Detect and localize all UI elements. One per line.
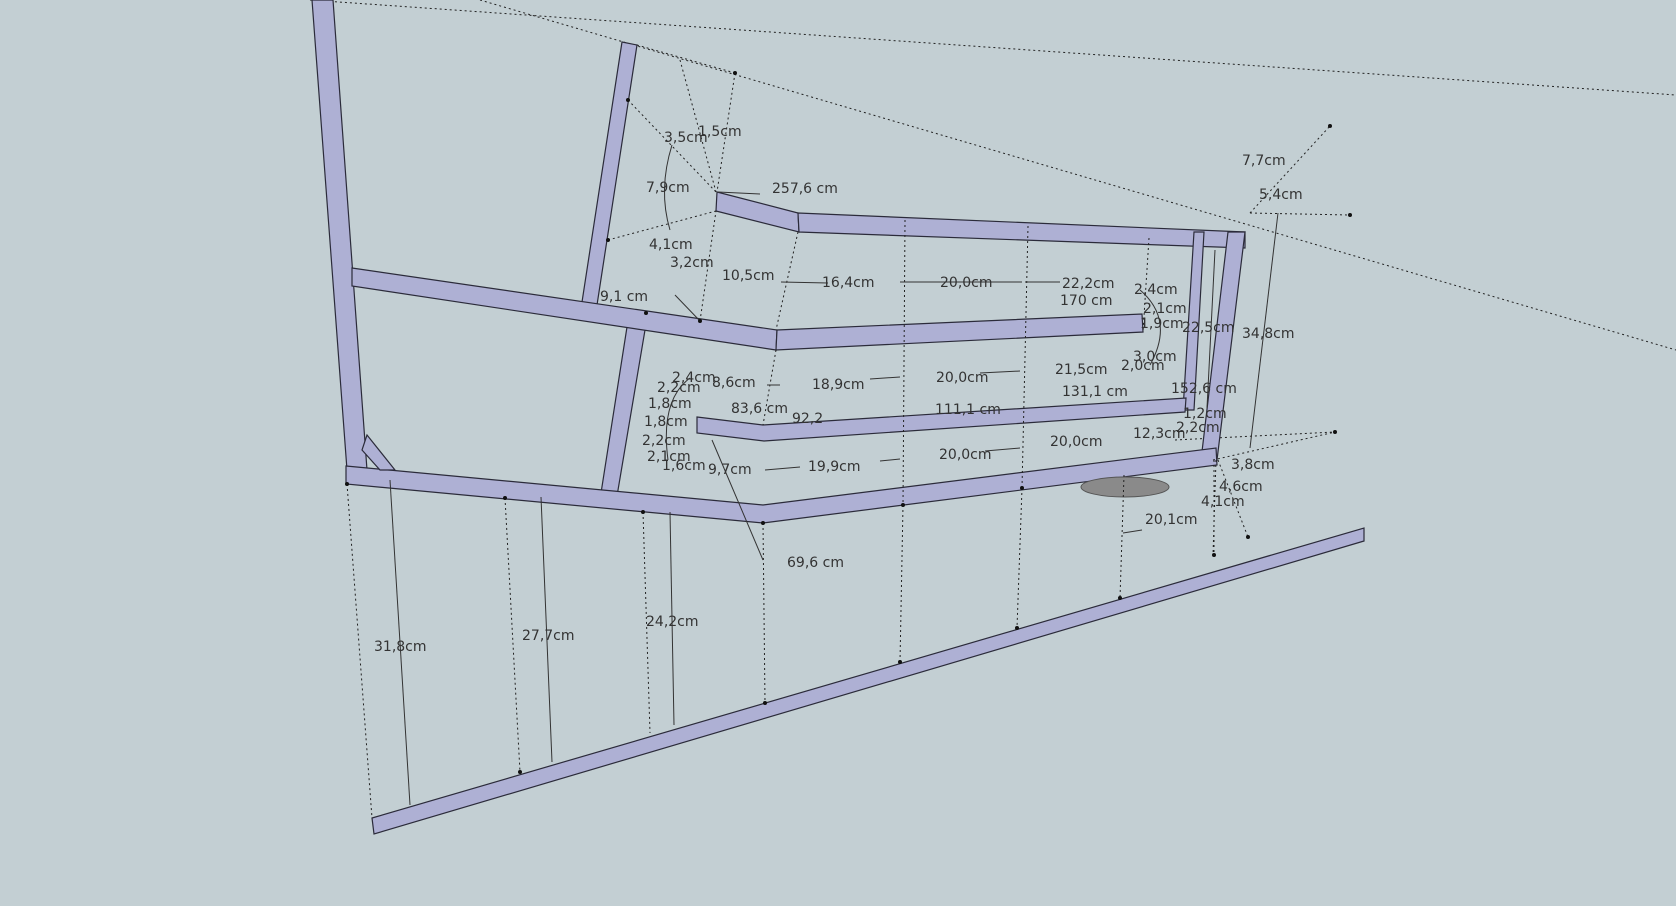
beam-ground-rail: [371, 527, 1365, 835]
label-20-0-mid: 20,0cm: [936, 370, 989, 386]
label-1-8b: 1,8cm: [644, 414, 688, 430]
label-2-2b: 2,2cm: [642, 433, 686, 449]
guide-lines: [309, 0, 1676, 441]
label-4-6: 4,6cm: [1219, 479, 1263, 495]
label-8-6: 8,6cm: [712, 375, 756, 391]
label-4-1: 4,1cm: [649, 237, 693, 253]
label-2-2a: 2,2cm: [657, 380, 701, 396]
label-20-0-low2: 20,0cm: [1050, 434, 1103, 450]
label-83-6: 83,6 cm: [731, 401, 788, 417]
sketchup-drawing-canvas: 257,6 cm 3,5cm 1,5cm 7,9cm 4,1cm 3,2cm 1…: [309, 0, 1676, 835]
label-111-1: 111,1 cm: [935, 402, 1001, 418]
beam-lower-vertical: [600, 326, 646, 497]
label-16-4: 16,4cm: [822, 275, 875, 291]
label-69-6: 69,6 cm: [787, 555, 844, 571]
label-131-1: 131,1 cm: [1062, 384, 1128, 400]
label-1-6: 1,6cm: [662, 458, 706, 474]
label-152-6: 152,6 cm: [1171, 381, 1237, 397]
label-257-6: 257,6 cm: [772, 181, 838, 197]
shadow-ellipse: [1080, 476, 1170, 498]
label-9-1: 9,1 cm: [600, 289, 648, 305]
beam-left-vertical: [311, 0, 368, 471]
label-3-8: 3,8cm: [1231, 457, 1275, 473]
label-19-9: 19,9cm: [808, 459, 861, 475]
label-10-5: 10,5cm: [722, 268, 775, 284]
beam-top-rail: [797, 212, 1246, 249]
label-170: 170 cm: [1060, 293, 1113, 309]
label-4-1b: 4,1cm: [1201, 494, 1245, 510]
label-27-7: 27,7cm: [522, 628, 575, 644]
label-2-0: 2,0cm: [1121, 358, 1165, 374]
label-2-2c: 2,2cm: [1176, 420, 1220, 436]
label-24-2: 24,2cm: [646, 614, 699, 630]
label-1-5: 1,5cm: [698, 124, 742, 140]
label-9-7: 9,7cm: [708, 462, 752, 478]
dimension-labels: 257,6 cm 3,5cm 1,5cm 7,9cm 4,1cm 3,2cm 1…: [374, 124, 1303, 655]
label-22-5: 22,5cm: [1182, 320, 1235, 336]
beam-upper-vertical: [581, 41, 638, 306]
beam-upper-rail-right: [775, 313, 1144, 351]
label-18-9: 18,9cm: [812, 377, 865, 393]
label-20-0-top: 20,0cm: [940, 275, 993, 291]
label-7-9: 7,9cm: [646, 180, 690, 196]
label-1-9: 1,9cm: [1140, 316, 1184, 332]
beam-upper-rail: [351, 267, 778, 351]
label-3-2: 3,2cm: [670, 255, 714, 271]
beam-top-rail-left: [715, 191, 800, 233]
label-2-4: 2,4cm: [1134, 282, 1178, 298]
label-31-8: 31,8cm: [374, 639, 427, 655]
label-20-0-low: 20,0cm: [939, 447, 992, 463]
label-34-8: 34,8cm: [1242, 326, 1295, 342]
label-21-5: 21,5cm: [1055, 362, 1108, 378]
label-22-2: 22,2cm: [1062, 276, 1115, 292]
label-2-1b: 2,1cm: [1143, 301, 1187, 317]
label-92-2: 92,2: [792, 411, 823, 427]
label-20-1: 20,1cm: [1145, 512, 1198, 528]
label-5-4: 5,4cm: [1259, 187, 1303, 203]
label-1-8a: 1,8cm: [648, 396, 692, 412]
label-7-7: 7,7cm: [1242, 153, 1286, 169]
